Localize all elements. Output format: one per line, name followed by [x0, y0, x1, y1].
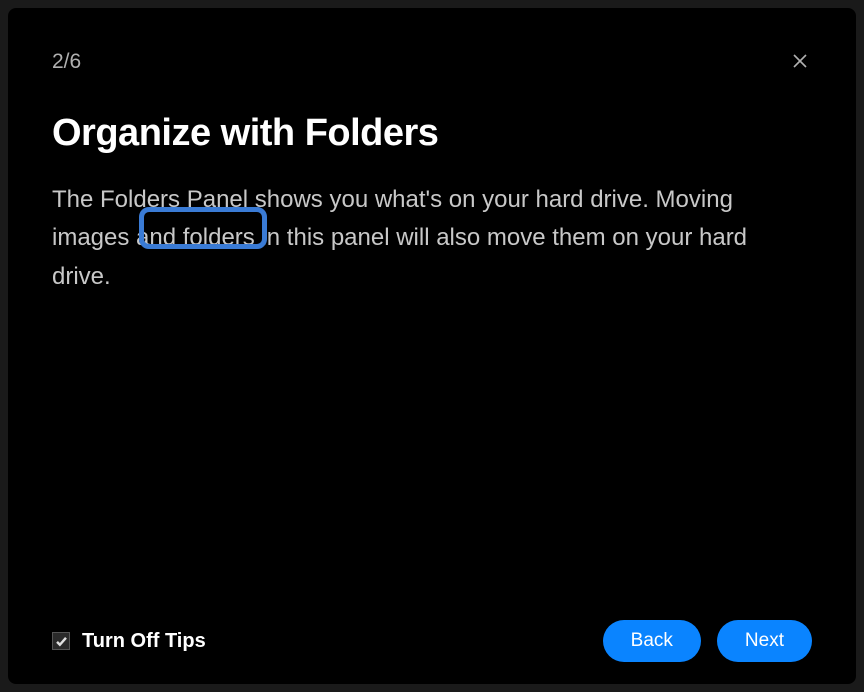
turn-off-tips-control[interactable]: Turn Off Tips	[52, 630, 206, 653]
checkmark-icon	[55, 635, 68, 648]
next-button[interactable]: Next	[717, 620, 812, 662]
close-button[interactable]	[788, 50, 812, 74]
close-icon	[792, 51, 808, 73]
dialog-footer: Turn Off Tips Back Next	[52, 620, 812, 662]
dialog-header-row: 2/6	[52, 50, 812, 74]
dialog-title: Organize with Folders	[52, 112, 812, 155]
step-counter: 2/6	[52, 50, 81, 74]
back-button[interactable]: Back	[603, 620, 701, 662]
tips-dialog: 2/6 Organize with Folders The Folders Pa…	[8, 8, 856, 684]
dialog-body-text: The Folders Panel shows you what's on yo…	[52, 181, 812, 296]
nav-button-group: Back Next	[603, 620, 812, 662]
turn-off-tips-label: Turn Off Tips	[82, 630, 206, 653]
turn-off-tips-checkbox[interactable]	[52, 632, 70, 650]
highlight-annotation	[139, 207, 267, 249]
